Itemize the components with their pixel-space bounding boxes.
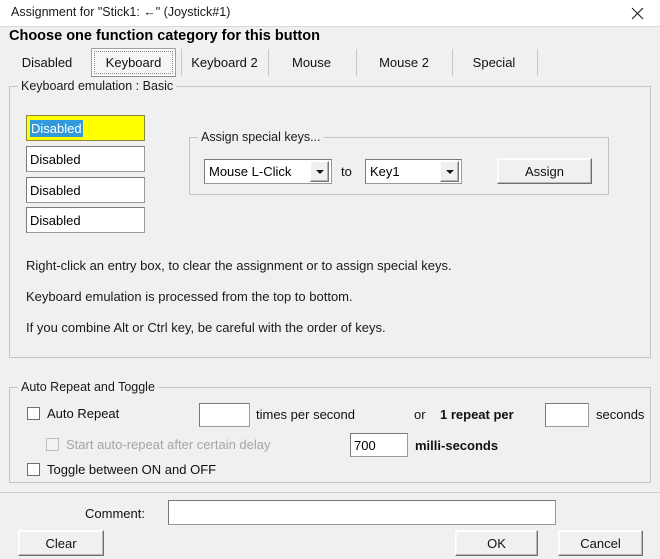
seconds-label: seconds [596, 407, 645, 422]
tab-keyboard-2[interactable]: Keyboard 2 [183, 48, 266, 77]
tab-separator [268, 49, 269, 76]
close-icon [631, 7, 644, 20]
tab-label: Mouse 2 [379, 55, 429, 70]
tab-mouse[interactable]: Mouse [270, 48, 353, 77]
entry-box-1-value: Disabled [30, 119, 83, 137]
entry-box-2[interactable]: Disabled [26, 146, 145, 172]
or-label: or [414, 407, 426, 422]
tab-strip: Disabled Keyboard Keyboard 2 Mouse Mouse… [0, 48, 660, 78]
tab-label: Mouse [291, 55, 332, 70]
keyboard-emulation-group-label: Keyboard emulation : Basic [18, 79, 177, 93]
page-title: Choose one function category for this bu… [9, 28, 320, 44]
one-repeat-per-label: 1 repeat per [440, 407, 514, 422]
entry-box-1[interactable]: Disabled [26, 115, 145, 141]
cancel-button-label: Cancel [580, 535, 621, 551]
close-button[interactable] [614, 0, 660, 26]
tab-separator [452, 49, 453, 76]
tab-label: Keyboard [105, 55, 162, 70]
repeat-seconds-input[interactable] [545, 403, 589, 427]
start-delay-checkbox[interactable] [46, 438, 59, 451]
info-line-1: Right-click an entry box, to clear the a… [26, 258, 452, 273]
special-key-target-value: Key1 [370, 164, 400, 179]
special-key-source-value: Mouse L-Click [209, 164, 292, 179]
milliseconds-label: milli-seconds [415, 438, 499, 453]
tab-label: Keyboard 2 [191, 55, 258, 70]
auto-repeat-label: Auto Repeat [47, 406, 120, 421]
toggle-checkbox-row[interactable]: Toggle between ON and OFF [27, 462, 216, 477]
auto-repeat-group-label: Auto Repeat and Toggle [18, 380, 158, 394]
tab-mouse-2[interactable]: Mouse 2 [358, 48, 450, 77]
tab-special[interactable]: Special [454, 48, 534, 77]
times-per-second-label: times per second [256, 407, 355, 422]
repeat-rate-input[interactable] [199, 403, 250, 427]
special-key-target-combo[interactable]: Key1 [365, 159, 462, 184]
toggle-label: Toggle between ON and OFF [47, 462, 217, 477]
entry-box-3[interactable]: Disabled [26, 177, 145, 203]
clear-button[interactable]: Clear [18, 530, 104, 556]
tab-separator [181, 49, 182, 76]
assign-special-keys-group-label: Assign special keys... [198, 130, 324, 144]
entry-box-3-value: Disabled [30, 182, 81, 198]
info-line-2: Keyboard emulation is processed from the… [26, 289, 353, 304]
ok-button-label: OK [487, 535, 506, 551]
tab-separator [356, 49, 357, 76]
chevron-down-icon[interactable] [310, 161, 329, 182]
entry-box-4[interactable]: Disabled [26, 207, 145, 233]
assign-button-label: Assign [524, 163, 565, 179]
assign-button[interactable]: Assign [497, 158, 592, 184]
window-title: Assignment for "Stick1: ←" (Joystick#1) [11, 5, 231, 19]
start-delay-label: Start auto-repeat after certain delay [66, 437, 271, 452]
tab-label: Special [472, 55, 516, 70]
entry-box-2-value: Disabled [30, 151, 81, 167]
chevron-down-icon[interactable] [440, 161, 459, 182]
auto-repeat-checkbox[interactable] [27, 407, 40, 420]
title-bar: Assignment for "Stick1: ←" (Joystick#1) [0, 0, 660, 27]
tab-separator [537, 49, 538, 76]
comment-input[interactable] [168, 500, 556, 525]
footer-divider [0, 492, 660, 493]
entry-box-4-value: Disabled [30, 212, 81, 228]
delay-input[interactable]: 700 [350, 433, 408, 457]
delay-value: 700 [354, 437, 376, 453]
tab-label: Disabled [21, 55, 73, 70]
ok-button[interactable]: OK [455, 530, 538, 556]
toggle-checkbox[interactable] [27, 463, 40, 476]
cancel-button[interactable]: Cancel [558, 530, 643, 556]
tab-disabled[interactable]: Disabled [4, 48, 90, 77]
tab-keyboard[interactable]: Keyboard [91, 48, 176, 77]
to-label: to [341, 164, 352, 179]
comment-label: Comment: [85, 506, 145, 521]
info-line-3: If you combine Alt or Ctrl key, be caref… [26, 320, 386, 335]
auto-repeat-checkbox-row[interactable]: Auto Repeat [27, 406, 119, 421]
clear-button-label: Clear [45, 535, 77, 551]
special-key-source-combo[interactable]: Mouse L-Click [204, 159, 332, 184]
start-delay-checkbox-row[interactable]: Start auto-repeat after certain delay [46, 437, 271, 452]
